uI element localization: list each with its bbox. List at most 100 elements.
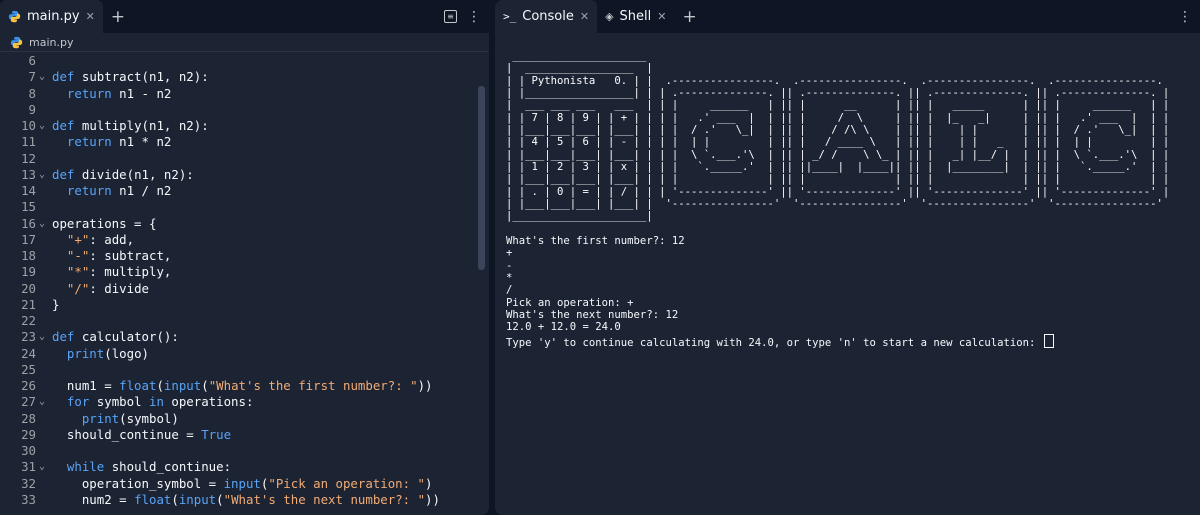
line-number: 28 <box>21 410 36 426</box>
close-tab-icon[interactable]: ✕ <box>86 10 95 23</box>
code-line[interactable]: 24 print(logo) <box>0 346 475 362</box>
tab-console-label: Console <box>522 9 574 24</box>
python-icon <box>8 10 21 23</box>
code-line[interactable]: 25 <box>0 362 475 378</box>
fold-chevron-icon[interactable]: ⌄ <box>39 69 45 85</box>
code-line[interactable]: 18 "-": subtract, <box>0 248 475 264</box>
tab-console[interactable]: >_ Console ✕ <box>495 0 598 33</box>
line-number: 20 <box>21 280 36 296</box>
fold-chevron-icon[interactable]: ⌄ <box>39 118 45 134</box>
code-text: for symbol in operations: <box>66 394 254 410</box>
code-line[interactable]: 12 <box>0 151 475 167</box>
code-text: def calculator(): <box>52 329 179 345</box>
code-editor[interactable]: 6 7 ⌄ def subtract(n1, n2): 8 return n1 - n2… <box>0 53 475 515</box>
code-line[interactable]: 13 ⌄ def divide(n1, n2): <box>0 167 475 183</box>
line-number: 21 <box>21 296 36 312</box>
code-text: def subtract(n1, n2): <box>52 69 209 85</box>
code-line[interactable]: 27 ⌄ for symbol in operations: <box>0 394 475 410</box>
tab-label: main.py <box>27 9 80 24</box>
console-line: * <box>506 271 513 284</box>
line-number: 18 <box>21 248 36 263</box>
line-number: 7 <box>28 69 36 85</box>
code-text: } <box>52 296 60 312</box>
line-number: 29 <box>21 426 36 442</box>
line-number: 24 <box>21 345 36 361</box>
code-text: "-": subtract, <box>66 248 172 263</box>
code-line[interactable]: 30 <box>0 443 475 459</box>
line-number: 11 <box>21 134 36 150</box>
code-text: return n1 * n2 <box>66 134 172 150</box>
new-tab-button[interactable]: + <box>674 7 704 27</box>
console-output[interactable]: _____________________ | ________________… <box>506 50 1192 515</box>
code-text: return n1 / n2 <box>66 183 172 198</box>
code-line[interactable]: 22 <box>0 313 475 329</box>
line-number: 15 <box>21 199 36 215</box>
code-line[interactable]: 16 ⌄ operations = { <box>0 216 475 232</box>
code-text: print(logo) <box>66 345 149 361</box>
code-line[interactable]: 20 "/": divide <box>0 281 475 297</box>
shell-icon: ◈ <box>605 10 614 23</box>
new-tab-button[interactable]: + <box>103 7 133 27</box>
close-tab-icon[interactable]: ✕ <box>580 10 589 23</box>
code-line[interactable]: 19 "*": multiply, <box>0 264 475 280</box>
code-line[interactable]: 32 operation_symbol = input("Pick an ope… <box>0 476 475 492</box>
code-text: "*": multiply, <box>66 264 172 280</box>
line-number: 33 <box>21 491 36 507</box>
line-number: 32 <box>21 475 36 491</box>
breadcrumb: main.py <box>0 33 489 52</box>
more-options-icon[interactable]: ⋮ <box>1178 9 1192 25</box>
fold-chevron-icon[interactable]: ⌄ <box>39 167 45 183</box>
breadcrumb-file[interactable]: main.py <box>29 36 73 49</box>
code-line[interactable]: 15 <box>0 199 475 215</box>
fold-chevron-icon[interactable]: ⌄ <box>39 329 45 345</box>
console-line: - <box>506 259 513 272</box>
editor-tabbar-actions: ≡ ⋮ <box>444 0 481 33</box>
code-line[interactable]: 28 print(symbol) <box>0 411 475 427</box>
code-line[interactable]: 33 num2 = float(input("What's the next n… <box>0 492 475 508</box>
console-line: / <box>506 284 513 297</box>
code-text: num1 = float(input("What's the first num… <box>52 378 433 393</box>
code-line[interactable]: 14 return n1 / n2 <box>0 183 475 199</box>
close-tab-icon[interactable]: ✕ <box>657 10 666 23</box>
code-text: should_continue = True <box>52 426 232 442</box>
code-text: while should_continue: <box>66 459 232 475</box>
line-number: 14 <box>21 183 36 198</box>
line-number: 8 <box>28 85 36 101</box>
code-line[interactable]: 9 <box>0 102 475 118</box>
code-text: operation_symbol = input("Pick an operat… <box>52 475 433 491</box>
line-number: 13 <box>21 166 36 182</box>
tab-shell[interactable]: ◈ Shell ✕ <box>597 0 674 33</box>
calc-ascii-logo: _____________________ | ________________… <box>506 50 1170 223</box>
code-line[interactable]: 7 ⌄ def subtract(n1, n2): <box>0 69 475 85</box>
code-line[interactable]: 26 num1 = float(input("What's the first … <box>0 378 475 394</box>
editor-scrollbar[interactable] <box>478 86 485 270</box>
more-options-icon[interactable]: ⋮ <box>467 9 481 25</box>
python-icon <box>10 36 23 49</box>
fold-chevron-icon[interactable]: ⌄ <box>39 459 45 475</box>
line-number: 19 <box>21 264 36 280</box>
console-line: Pick an operation: + <box>506 296 634 309</box>
code-line[interactable]: 21} <box>0 297 475 313</box>
console-line: + <box>506 247 513 260</box>
fold-chevron-icon[interactable]: ⌄ <box>39 394 45 410</box>
console-line: 12.0 + 12.0 = 24.0 <box>506 321 621 334</box>
code-line[interactable]: 8 return n1 - n2 <box>0 86 475 102</box>
terminal-icon: >_ <box>503 10 517 23</box>
line-number: 31 <box>21 459 36 475</box>
code-line[interactable]: 6 <box>0 53 475 69</box>
fold-chevron-icon[interactable]: ⌄ <box>39 216 45 232</box>
code-line[interactable]: 29 should_continue = True <box>0 427 475 443</box>
code-line[interactable]: 11 return n1 * n2 <box>0 134 475 150</box>
console-line: What's the first number?: 12 <box>506 234 685 247</box>
code-line[interactable]: 23 ⌄ def calculator(): <box>0 329 475 345</box>
code-text: "+": add, <box>66 231 135 247</box>
tab-main-py[interactable]: main.py ✕ <box>0 0 103 33</box>
code-line[interactable]: 10 ⌄ def multiply(n1, n2): <box>0 118 475 134</box>
code-line[interactable]: 31 ⌄ while should_continue: <box>0 459 475 475</box>
line-number: 25 <box>21 361 36 377</box>
line-number: 22 <box>21 313 36 328</box>
input-cursor[interactable] <box>1043 333 1054 348</box>
format-icon[interactable]: ≡ <box>444 10 457 23</box>
code-line[interactable]: 17 "+": add, <box>0 232 475 248</box>
line-number: 16 <box>21 215 36 231</box>
